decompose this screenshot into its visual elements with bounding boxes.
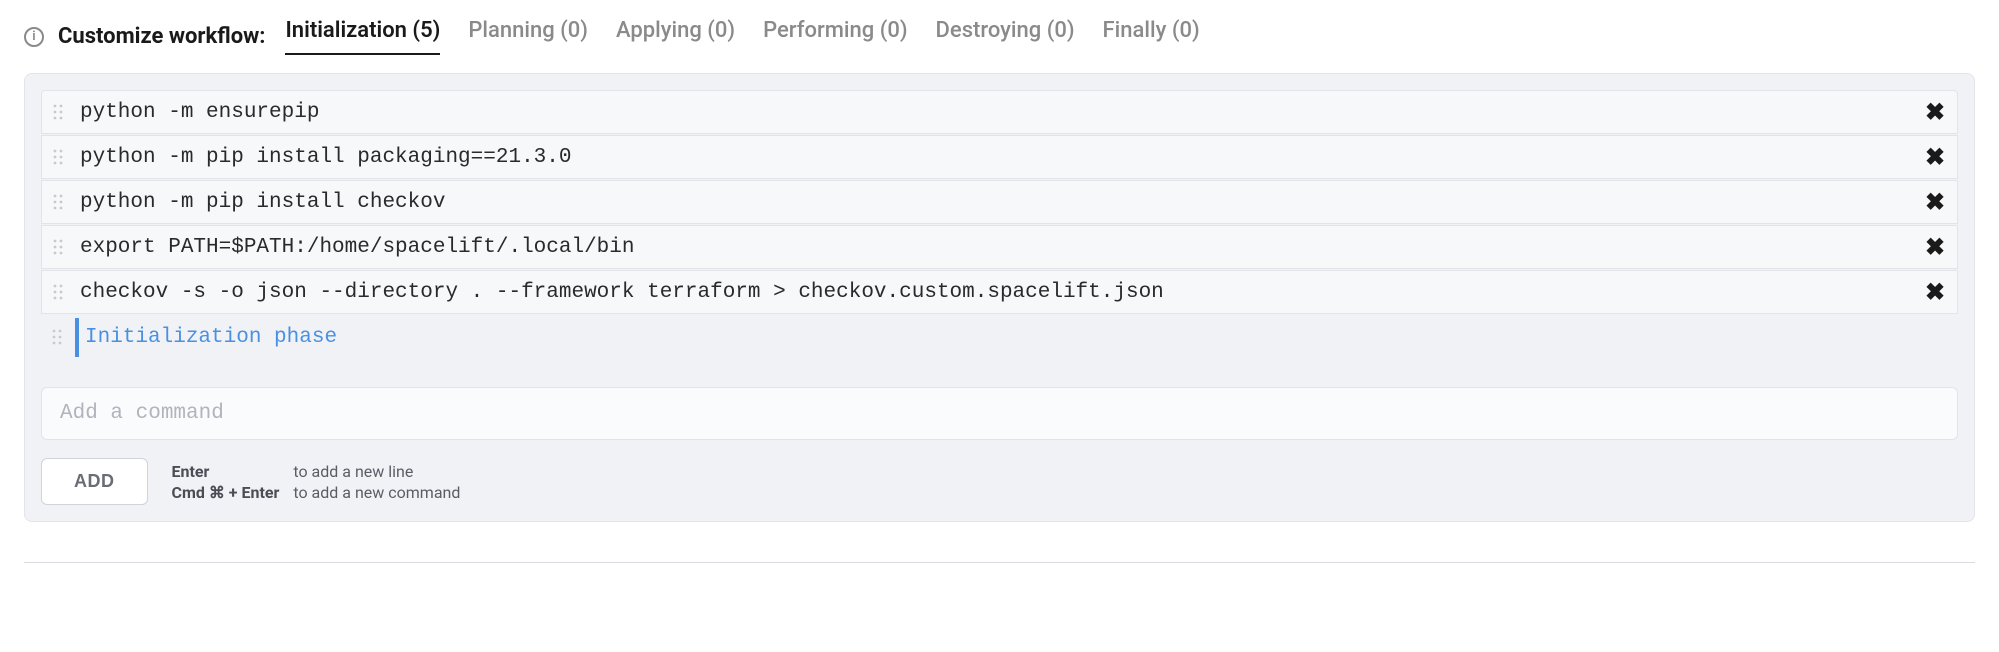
- drag-handle-icon[interactable]: [41, 328, 73, 346]
- info-icon[interactable]: i: [24, 27, 44, 47]
- command-row: export PATH=$PATH:/home/spacelift/.local…: [41, 225, 1958, 269]
- workflow-tabs: Initialization (5) Planning (0) Applying…: [285, 18, 1199, 55]
- workflow-header: i Customize workflow: Initialization (5)…: [24, 10, 1975, 69]
- add-command-row: [41, 387, 1958, 440]
- command-row: python -m pip install checkov ✖: [41, 180, 1958, 224]
- command-text[interactable]: export PATH=$PATH:/home/spacelift/.local…: [74, 228, 1913, 267]
- tab-performing[interactable]: Performing (0): [763, 18, 907, 55]
- drag-handle-icon[interactable]: [42, 193, 74, 211]
- hint-desc-newline: to add a new line: [293, 462, 460, 481]
- command-list: python -m ensurepip ✖ python -m pip inst…: [41, 90, 1958, 359]
- tab-applying[interactable]: Applying (0): [616, 18, 735, 55]
- tab-destroying[interactable]: Destroying (0): [936, 18, 1075, 55]
- command-text[interactable]: checkov -s -o json --directory . --frame…: [74, 273, 1913, 312]
- remove-command-button[interactable]: ✖: [1913, 188, 1957, 216]
- drag-handle-icon[interactable]: [42, 148, 74, 166]
- command-row: python -m ensurepip ✖: [41, 90, 1958, 134]
- remove-command-button[interactable]: ✖: [1913, 98, 1957, 126]
- tab-initialization[interactable]: Initialization (5): [285, 18, 440, 55]
- hint-key-enter: Enter: [172, 462, 280, 481]
- keyboard-hints: Enter to add a new line Cmd ⌘ + Enter to…: [172, 462, 461, 502]
- remove-command-button[interactable]: ✖: [1913, 278, 1957, 306]
- drag-handle-icon[interactable]: [42, 238, 74, 256]
- command-row: python -m pip install packaging==21.3.0 …: [41, 135, 1958, 179]
- divider: [24, 562, 1975, 563]
- drag-handle-icon[interactable]: [42, 283, 74, 301]
- panel-footer: ADD Enter to add a new line Cmd ⌘ + Ente…: [41, 458, 1958, 505]
- hint-desc-newcommand: to add a new command: [293, 483, 460, 502]
- editing-command-text[interactable]: Initialization phase: [75, 318, 1958, 357]
- add-button[interactable]: ADD: [41, 458, 148, 505]
- command-row: checkov -s -o json --directory . --frame…: [41, 270, 1958, 314]
- command-text[interactable]: python -m pip install packaging==21.3.0: [74, 138, 1913, 177]
- header-label: Customize workflow:: [58, 24, 265, 49]
- commands-panel: python -m ensurepip ✖ python -m pip inst…: [24, 73, 1975, 522]
- drag-handle-icon[interactable]: [42, 103, 74, 121]
- add-command-input[interactable]: [41, 387, 1958, 440]
- command-text[interactable]: python -m pip install checkov: [74, 183, 1913, 222]
- remove-command-button[interactable]: ✖: [1913, 233, 1957, 261]
- tab-planning[interactable]: Planning (0): [468, 18, 588, 55]
- hint-key-cmd-enter: Cmd ⌘ + Enter: [172, 483, 280, 502]
- remove-command-button[interactable]: ✖: [1913, 143, 1957, 171]
- tab-finally[interactable]: Finally (0): [1103, 18, 1200, 55]
- editing-command-row: Initialization phase: [41, 315, 1958, 359]
- command-text[interactable]: python -m ensurepip: [74, 93, 1913, 132]
